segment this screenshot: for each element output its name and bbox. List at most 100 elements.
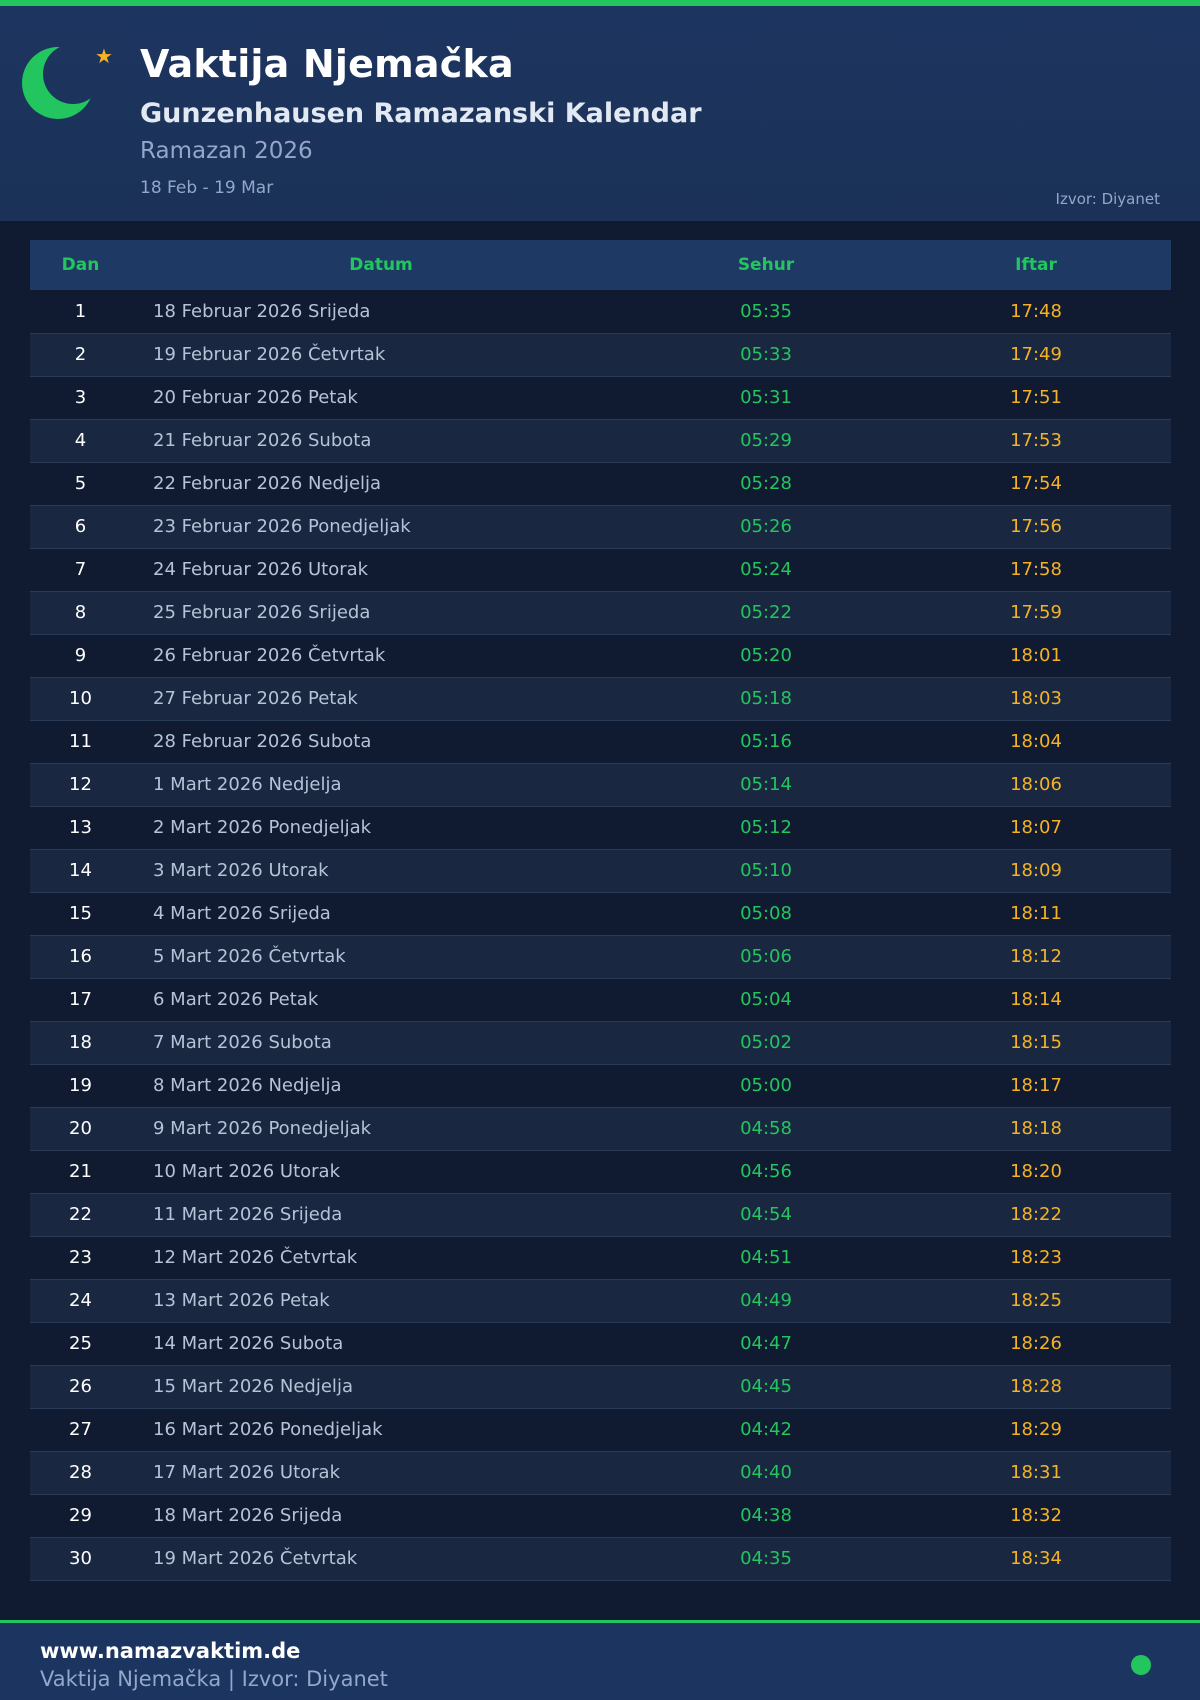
page-title: Vaktija Njemačka [140, 42, 514, 86]
sehur-time-cell: 05:16 [740, 731, 792, 752]
day-cell: 8 [74, 602, 87, 623]
day-cell: 27 [69, 1419, 92, 1440]
table-row: 11 28 Februar 2026 Subota 05:16 18:04 [30, 720, 1171, 763]
date-cell: 13 Mart 2026 Petak [153, 1290, 330, 1311]
day-cell: 3 [74, 387, 87, 408]
iftar-time-cell: 18:25 [1010, 1290, 1062, 1311]
table-header-row: Dan Datum Sehur Iftar [30, 240, 1171, 290]
day-cell: 5 [74, 473, 87, 494]
sehur-time-cell: 05:06 [740, 946, 792, 967]
date-cell: 24 Februar 2026 Utorak [153, 559, 369, 580]
sehur-time-cell: 04:51 [740, 1247, 792, 1268]
iftar-time-cell: 17:48 [1010, 300, 1062, 322]
table-row: 18 7 Mart 2026 Subota 05:02 18:15 [30, 1021, 1171, 1064]
table-row: 20 9 Mart 2026 Ponedjeljak 04:58 18:18 [30, 1107, 1171, 1150]
iftar-time-cell: 18:11 [1010, 903, 1062, 924]
day-cell: 20 [69, 1118, 92, 1139]
date-cell: 18 Mart 2026 Srijeda [153, 1505, 343, 1526]
day-cell: 9 [74, 645, 87, 666]
day-cell: 25 [69, 1333, 92, 1354]
date-cell: 5 Mart 2026 Četvrtak [153, 946, 346, 967]
date-cell: 8 Mart 2026 Nedjelja [153, 1075, 342, 1096]
table-row: 2 19 Februar 2026 Četvrtak 05:33 17:49 [30, 333, 1171, 376]
day-cell: 4 [74, 430, 87, 451]
iftar-time-cell: 18:06 [1010, 774, 1062, 795]
table-row: 16 5 Mart 2026 Četvrtak 05:06 18:12 [30, 935, 1171, 978]
table-row: 9 26 Februar 2026 Četvrtak 05:20 18:01 [30, 634, 1171, 677]
table-row: 30 19 Mart 2026 Četvrtak 04:35 18:34 [30, 1537, 1171, 1580]
calendar-table-wrapper: Dan Datum Sehur Iftar 1 18 Februar 2026 S… [30, 240, 1171, 1581]
sehur-time-cell: 05:04 [740, 989, 792, 1010]
column-header-iftar: Iftar [1015, 255, 1057, 275]
table-row: 8 25 Februar 2026 Srijeda 05:22 17:59 [30, 591, 1171, 634]
table-body: 1 18 Februar 2026 Srijeda 05:35 17:48 2 19 Fe… [30, 290, 1171, 1580]
sehur-time-cell: 05:29 [740, 430, 792, 451]
table-row: 6 23 Februar 2026 Ponedjeljak 05:26 17:56 [30, 505, 1171, 548]
sehur-time-cell: 04:40 [740, 1462, 792, 1483]
day-cell: 11 [69, 731, 92, 752]
date-cell: 20 Februar 2026 Petak [153, 387, 358, 408]
source-label: Izvor: Diyanet [1055, 190, 1160, 208]
day-cell: 19 [69, 1075, 92, 1096]
date-cell: 22 Februar 2026 Nedjelja [153, 473, 382, 494]
iftar-time-cell: 18:34 [1010, 1548, 1062, 1569]
footer-subtitle: Vaktija Njemačka | Izvor: Diyanet [40, 1667, 388, 1691]
sehur-time-cell: 05:18 [740, 688, 792, 709]
sehur-time-cell: 05:20 [740, 645, 792, 666]
sehur-time-cell: 05:26 [740, 516, 792, 537]
day-cell: 18 [69, 1032, 92, 1053]
day-cell: 26 [69, 1376, 92, 1397]
day-cell: 23 [69, 1247, 92, 1268]
day-cell: 14 [69, 860, 92, 881]
date-cell: 27 Februar 2026 Petak [153, 688, 358, 709]
date-cell: 19 Mart 2026 Četvrtak [153, 1548, 358, 1569]
date-cell: 14 Mart 2026 Subota [153, 1333, 344, 1354]
date-cell: 1 Mart 2026 Nedjelja [153, 774, 342, 795]
day-cell: 17 [69, 989, 92, 1010]
table-row: 1 18 Februar 2026 Srijeda 05:35 17:48 [30, 290, 1171, 333]
sehur-time-cell: 05:00 [740, 1075, 792, 1096]
date-range: 18 Feb - 19 Mar [140, 178, 274, 198]
date-cell: 7 Mart 2026 Subota [153, 1032, 332, 1053]
sehur-time-cell: 05:08 [740, 903, 792, 924]
table-row: 19 8 Mart 2026 Nedjelja 05:00 18:17 [30, 1064, 1171, 1107]
day-cell: 22 [69, 1204, 92, 1225]
table-row: 27 16 Mart 2026 Ponedjeljak 04:42 18:29 [30, 1408, 1171, 1451]
iftar-time-cell: 18:09 [1010, 860, 1062, 881]
day-cell: 24 [69, 1290, 92, 1311]
table-row: 28 17 Mart 2026 Utorak 04:40 18:31 [30, 1451, 1171, 1494]
day-cell: 21 [69, 1161, 92, 1182]
status-dot-icon [1131, 1655, 1151, 1675]
sehur-time-cell: 04:49 [740, 1290, 792, 1311]
day-cell: 2 [74, 344, 87, 365]
table-row: 17 6 Mart 2026 Petak 05:04 18:14 [30, 978, 1171, 1021]
table-row: 5 22 Februar 2026 Nedjelja 05:28 17:54 [30, 462, 1171, 505]
table-row: 3 20 Februar 2026 Petak 05:31 17:51 [30, 376, 1171, 419]
sehur-time-cell: 05:35 [740, 300, 792, 322]
date-cell: 28 Februar 2026 Subota [153, 731, 372, 752]
day-cell: 30 [69, 1548, 92, 1569]
sehur-time-cell: 05:14 [740, 774, 792, 795]
day-cell: 10 [69, 688, 92, 709]
iftar-time-cell: 17:49 [1010, 344, 1062, 365]
sehur-time-cell: 05:28 [740, 473, 792, 494]
ramadan-calendar-table: Dan Datum Sehur Iftar 1 18 Februar 2026 S… [30, 240, 1171, 1581]
sehur-time-cell: 04:42 [740, 1419, 792, 1440]
iftar-time-cell: 17:53 [1010, 430, 1062, 451]
table-row: 22 11 Mart 2026 Srijeda 04:54 18:22 [30, 1193, 1171, 1236]
sehur-time-cell: 04:58 [740, 1118, 792, 1139]
iftar-time-cell: 18:22 [1010, 1204, 1062, 1225]
day-cell: 28 [69, 1462, 92, 1483]
date-cell: 6 Mart 2026 Petak [153, 989, 319, 1010]
iftar-time-cell: 18:31 [1010, 1462, 1062, 1483]
day-cell: 13 [69, 817, 92, 838]
iftar-time-cell: 18:32 [1010, 1505, 1062, 1526]
table-row: 4 21 Februar 2026 Subota 05:29 17:53 [30, 419, 1171, 462]
sehur-time-cell: 04:56 [740, 1161, 792, 1182]
date-cell: 11 Mart 2026 Srijeda [153, 1204, 343, 1225]
iftar-time-cell: 18:01 [1010, 645, 1062, 666]
iftar-time-cell: 17:59 [1010, 602, 1062, 623]
date-cell: 26 Februar 2026 Četvrtak [153, 645, 386, 666]
date-cell: 15 Mart 2026 Nedjelja [153, 1376, 353, 1397]
day-cell: 7 [74, 559, 87, 580]
